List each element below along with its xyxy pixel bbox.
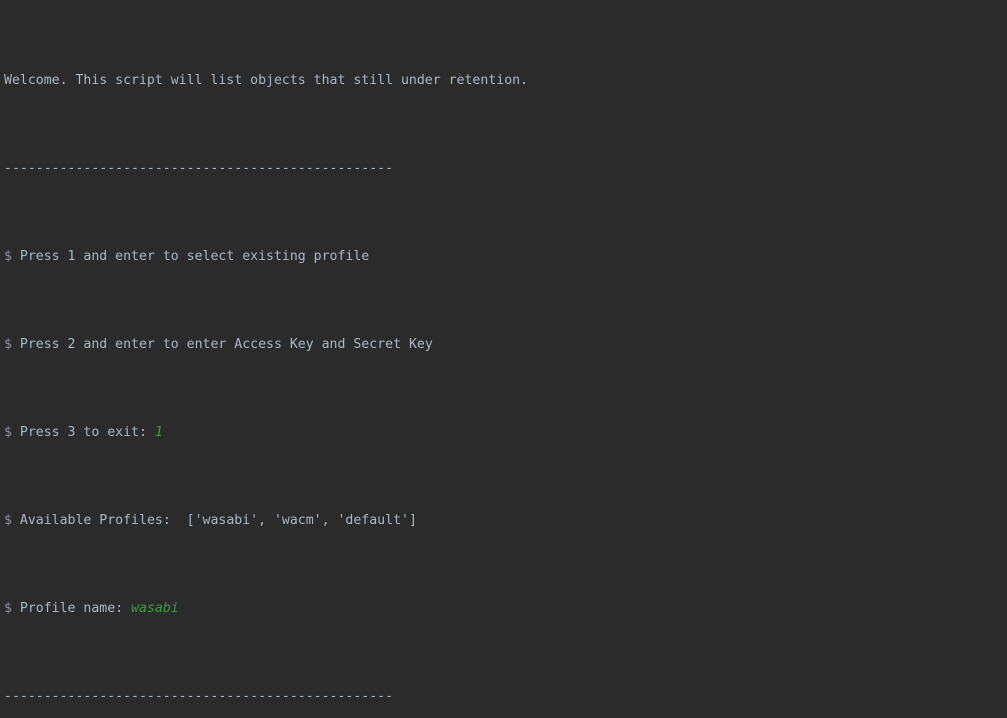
- profile-name-input-value: wasabi: [131, 601, 179, 616]
- profile-name-line: $ Profile name: wasabi: [4, 598, 1007, 620]
- menu-option-3-label: Press 3 to exit:: [19, 425, 155, 440]
- menu-option-3-input-value: 1: [154, 425, 163, 440]
- welcome-text: Welcome. This script will list objects t…: [4, 73, 529, 88]
- separator-text: ----------------------------------------…: [4, 161, 394, 176]
- terminal-output[interactable]: Welcome. This script will list objects t…: [0, 0, 1007, 718]
- menu-option-2-line: $ Press 2 and enter to enter Access Key …: [4, 334, 1007, 356]
- separator-line-2: ----------------------------------------…: [4, 686, 1007, 708]
- available-profiles-text: Available Profiles: ['wasabi', 'wacm', '…: [19, 513, 417, 528]
- menu-option-3-line: $ Press 3 to exit: 1: [4, 422, 1007, 444]
- prompt-symbol: $: [4, 425, 12, 440]
- menu-option-2-text: Press 2 and enter to enter Access Key an…: [19, 337, 433, 352]
- menu-option-1-line: $ Press 1 and enter to select existing p…: [4, 246, 1007, 268]
- prompt-symbol: $: [4, 513, 12, 528]
- separator-text: ----------------------------------------…: [4, 689, 394, 704]
- prompt-symbol: $: [4, 337, 12, 352]
- available-profiles-line: $ Available Profiles: ['wasabi', 'wacm',…: [4, 510, 1007, 532]
- welcome-line: Welcome. This script will list objects t…: [4, 70, 1007, 92]
- prompt-symbol: $: [4, 601, 12, 616]
- separator-line-1: ----------------------------------------…: [4, 158, 1007, 180]
- profile-name-label: Profile name:: [19, 601, 132, 616]
- menu-option-1-text: Press 1 and enter to select existing pro…: [19, 249, 370, 264]
- prompt-symbol: $: [4, 249, 12, 264]
